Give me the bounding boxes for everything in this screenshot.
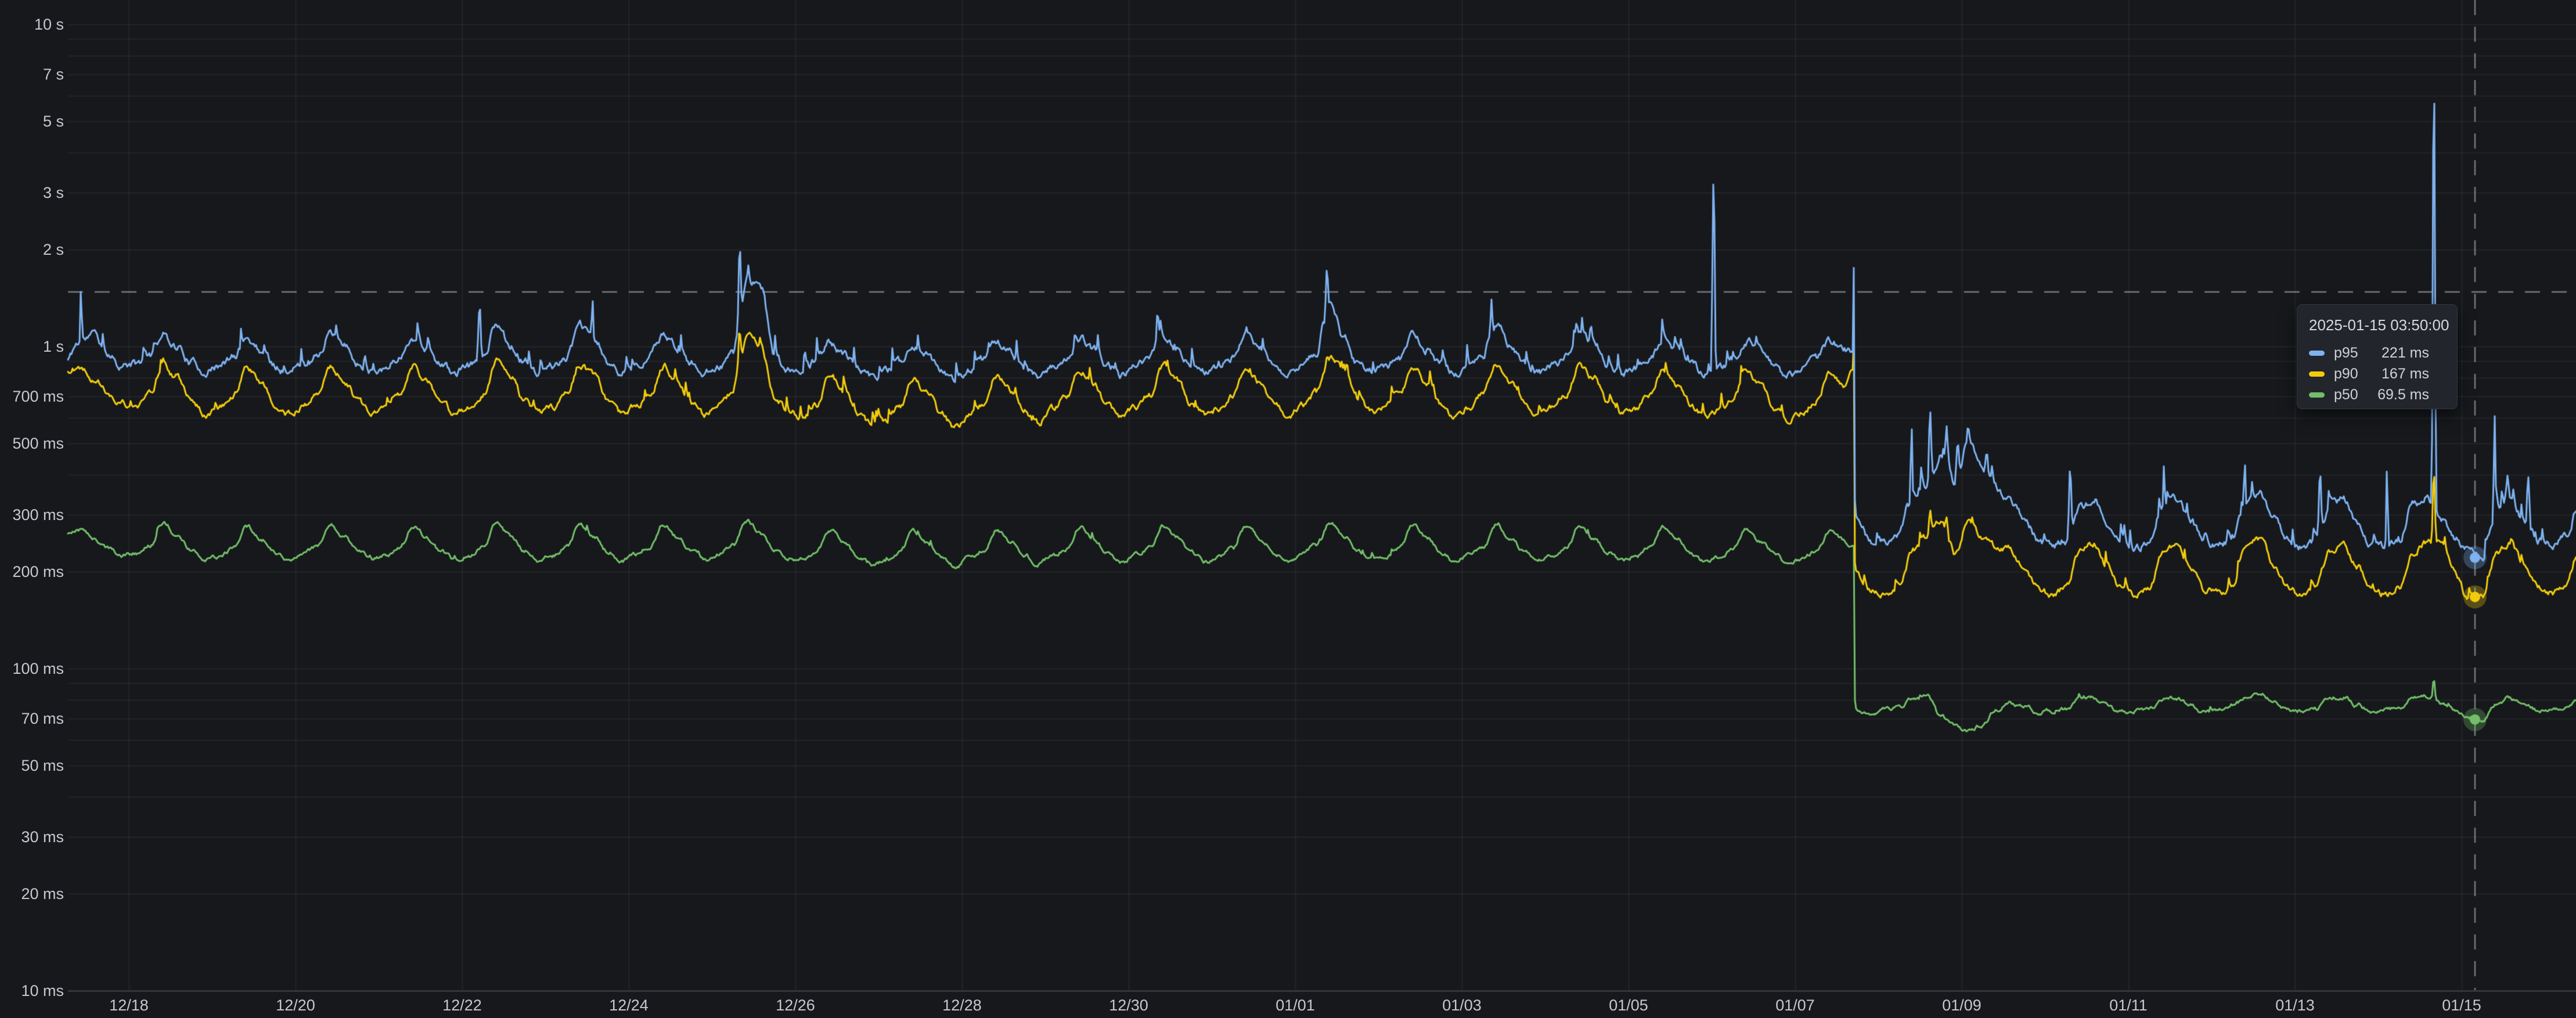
- tooltip-row-p95: p95 221 ms: [2309, 342, 2443, 363]
- y-axis-tick-label: 10 s: [0, 15, 64, 34]
- tooltip-row-p90: p90 167 ms: [2309, 363, 2443, 384]
- x-axis-tick-label: 01/15: [2442, 996, 2481, 1015]
- x-axis-tick-label: 12/20: [276, 996, 315, 1015]
- x-axis-tick-label: 01/07: [1775, 996, 1815, 1015]
- tooltip-series-label: p50: [2334, 387, 2358, 403]
- y-axis-tick-label: 300 ms: [0, 506, 64, 524]
- y-axis-tick-label: 500 ms: [0, 434, 64, 453]
- y-axis-tick-label: 5 s: [0, 112, 64, 131]
- x-axis-tick-label: 12/28: [942, 996, 982, 1015]
- x-axis-tick-label: 12/22: [442, 996, 482, 1015]
- y-axis-tick-label: 3 s: [0, 183, 64, 202]
- tooltip-timestamp: 2025-01-15 03:50:00: [2309, 316, 2443, 334]
- p90-series-color-pill: [2309, 371, 2325, 377]
- timeseries-plot-canvas[interactable]: [0, 0, 2576, 1018]
- tooltip-series-label: p90: [2334, 366, 2358, 382]
- latency-dashboard-panel: 10 s 7 s 5 s 3 s 2 s 1 s 700 ms 500 ms 300 ms 200…: [0, 0, 2576, 1018]
- x-axis-tick-label: 01/11: [2109, 996, 2148, 1015]
- x-axis-tick-label: 12/24: [609, 996, 648, 1015]
- p50-series-color-pill: [2309, 392, 2325, 398]
- y-axis-tick-label: 1 s: [0, 337, 64, 356]
- chart-tooltip: 2025-01-15 03:50:00 p95 221 ms p90 167 m…: [2297, 304, 2458, 409]
- tooltip-series-value: 221 ms: [2358, 345, 2443, 362]
- x-axis-tick-label: 01/03: [1442, 996, 1482, 1015]
- p95-series-color-pill: [2309, 351, 2325, 356]
- y-axis-tick-label: 200 ms: [0, 562, 64, 581]
- tooltip-series-value: 167 ms: [2358, 366, 2443, 382]
- x-axis-tick-label: 01/13: [2275, 996, 2315, 1015]
- x-axis-tick-label: 01/05: [1609, 996, 1648, 1015]
- tooltip-series-label: p95: [2334, 345, 2358, 362]
- y-axis-tick-label: 10 ms: [0, 981, 64, 1000]
- y-axis-tick-label: 70 ms: [0, 709, 64, 728]
- y-axis-tick-label: 100 ms: [0, 659, 64, 678]
- y-axis-tick-label: 30 ms: [0, 828, 64, 846]
- y-axis-tick-label: 700 ms: [0, 387, 64, 406]
- y-axis-tick-label: 20 ms: [0, 885, 64, 903]
- x-axis-tick-label: 01/01: [1276, 996, 1315, 1015]
- x-axis-tick-label: 12/18: [109, 996, 149, 1015]
- x-axis-tick-label: 01/09: [1942, 996, 1981, 1015]
- tooltip-row-p50: p50 69.5 ms: [2309, 384, 2443, 405]
- tooltip-series-value: 69.5 ms: [2358, 387, 2443, 403]
- y-axis-tick-label: 50 ms: [0, 756, 64, 775]
- x-axis-tick-label: 12/26: [776, 996, 815, 1015]
- y-axis-tick-label: 2 s: [0, 240, 64, 259]
- y-axis-tick-label: 7 s: [0, 65, 64, 84]
- x-axis-tick-label: 12/30: [1109, 996, 1148, 1015]
